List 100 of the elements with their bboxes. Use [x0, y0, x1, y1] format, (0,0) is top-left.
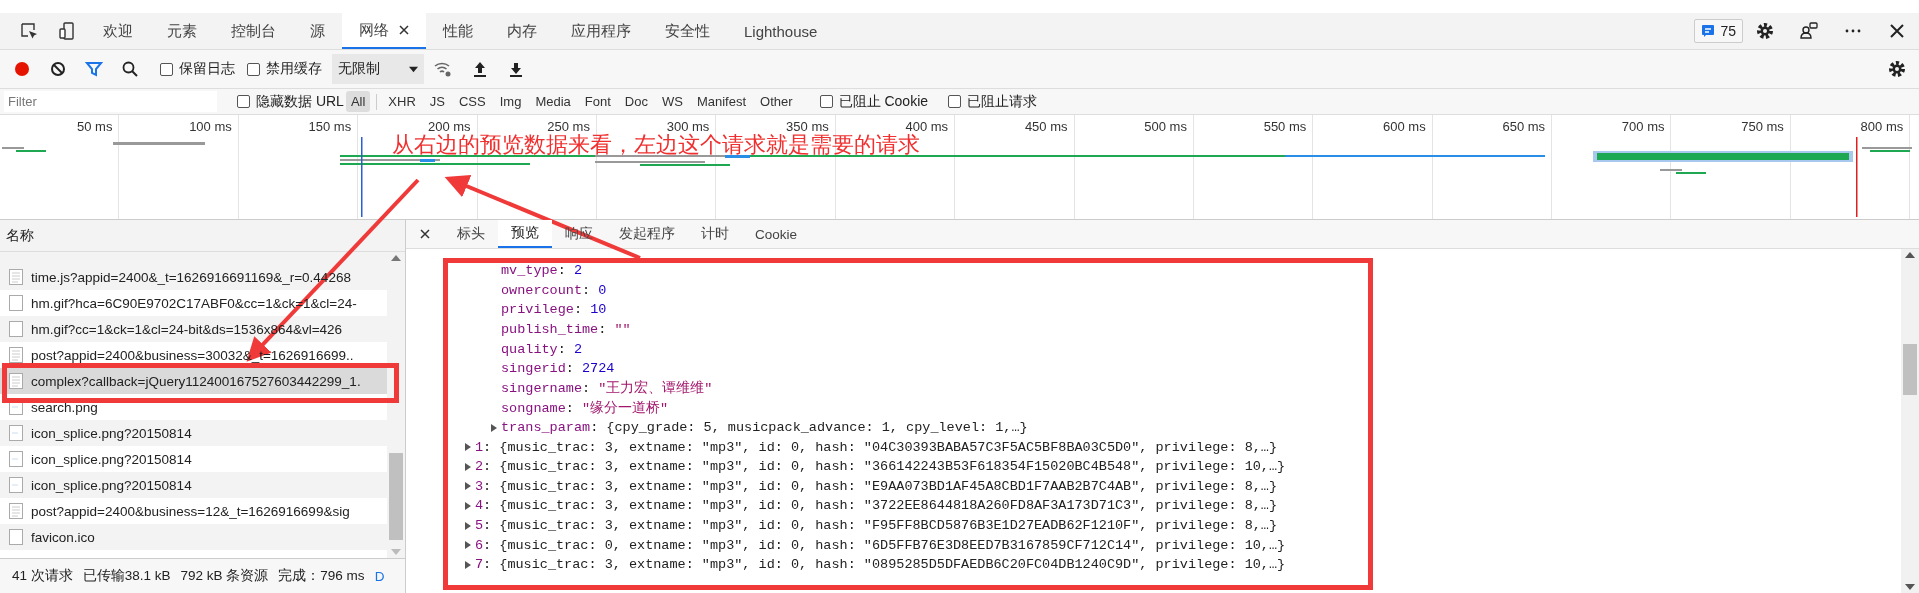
type-filter[interactable]: Other [755, 91, 798, 112]
devtools-tab[interactable]: 控制台 [214, 13, 293, 49]
type-filter[interactable]: CSS [454, 91, 491, 112]
type-filter[interactable]: XHR [383, 91, 421, 112]
time-tick-label: 700 ms [1621, 119, 1665, 134]
file-icon [9, 295, 23, 311]
request-row[interactable]: icon_splice.png?20150814 [0, 472, 387, 498]
filter-field[interactable]: Filter [4, 91, 217, 112]
time-tick-label: 200 ms [427, 119, 471, 134]
request-row[interactable]: icon_splice.png?20150814 [0, 420, 387, 446]
devtools-tab[interactable]: 源 [293, 13, 342, 49]
devtools-tab[interactable]: 欢迎 [86, 13, 150, 49]
scroll-up-icon[interactable] [391, 255, 401, 261]
status-text: 已传输38.1 kB [82, 567, 171, 585]
type-filter[interactable]: Media [530, 91, 576, 112]
time-tick-label: 650 ms [1502, 119, 1546, 134]
type-filter[interactable]: Img [494, 91, 527, 112]
document-icon [9, 269, 23, 285]
expand-arrow-icon[interactable] [464, 521, 472, 530]
expand-arrow-icon[interactable] [464, 462, 472, 471]
record-icon[interactable] [13, 60, 31, 78]
upload-icon[interactable] [471, 60, 489, 78]
expand-arrow-icon[interactable] [464, 482, 472, 491]
inspect-icon[interactable] [19, 21, 39, 41]
type-filter[interactable]: Manifest [691, 91, 752, 112]
property-line: 3: {music_trac: 3, extname: "mp3", id: 0, hash: "E9AA073BD1AF45A8CBD1F7AAB2B7C4AB", privilege: 8,…} [475, 478, 1278, 494]
status-text: 792 kB 条资源 [180, 567, 269, 585]
scrollbar-thumb[interactable] [1903, 344, 1917, 396]
devtools-tab[interactable]: 元素 [150, 13, 214, 49]
checkbox[interactable] [160, 62, 173, 76]
clear-icon[interactable] [49, 60, 67, 78]
type-filter[interactable]: Doc [619, 91, 653, 112]
expand-arrow-icon[interactable] [464, 501, 472, 510]
wifi-settings-icon[interactable] [433, 60, 453, 78]
detail-tab[interactable]: 发起程序 [606, 220, 688, 248]
status-link[interactable]: D [374, 568, 385, 584]
checkbox-label: 已阻止 Cookie [838, 92, 929, 111]
type-filter[interactable]: All [345, 91, 371, 112]
close-icon[interactable] [399, 25, 409, 35]
file-icon [9, 321, 23, 337]
time-tick-label: 250 ms [547, 119, 590, 134]
detail-tab[interactable]: 预览 [498, 220, 552, 248]
expand-arrow-icon[interactable] [464, 443, 472, 452]
expand-arrow-icon[interactable] [464, 560, 472, 569]
time-tick-label: 400 ms [905, 119, 949, 134]
search-icon[interactable] [121, 60, 139, 78]
detail-tab[interactable]: Cookie [742, 220, 811, 248]
checkbox[interactable] [237, 95, 250, 108]
devtools-tab[interactable]: 性能 [426, 13, 490, 49]
type-filter[interactable]: Font [579, 91, 616, 112]
devtools-tab[interactable]: 安全性 [648, 13, 727, 49]
document-icon [9, 373, 23, 389]
devtools-tab[interactable]: Lighthouse [727, 13, 835, 49]
annotation-text: 从右边的预览数据来看，左边这个请求就是需要的请求 [392, 131, 920, 159]
checkbox[interactable] [948, 95, 962, 108]
request-row[interactable]: search.png [0, 394, 387, 420]
property-line: 4: {music_trac: 3, extname: "mp3", id: 0, hash: "3722EE8644818A260FD8AF3A173D71C3", privilege: 8,…} [475, 498, 1278, 514]
expand-arrow-icon[interactable] [464, 541, 472, 550]
column-header[interactable]: 名称 [6, 226, 34, 245]
devtools-tab[interactable]: 网络 [342, 13, 426, 49]
devtools-tab[interactable]: 应用程序 [554, 13, 648, 49]
type-filter[interactable]: WS [656, 91, 688, 112]
filter-icon[interactable] [85, 60, 103, 78]
download-icon[interactable] [507, 60, 525, 78]
document-icon [9, 347, 23, 363]
settings-icon[interactable] [1887, 59, 1907, 79]
checkbox[interactable] [247, 62, 260, 76]
time-tick-label: 150 ms [308, 119, 352, 134]
type-filter[interactable]: JS [424, 91, 450, 112]
time-tick-label: 100 ms [189, 119, 232, 134]
request-row[interactable]: complex?callback=jQuery112400167527603442299_1. [0, 368, 387, 394]
status-text: 41 次请求 [12, 567, 73, 585]
devtools-tab[interactable]: 内存 [490, 13, 554, 49]
image-file-icon [9, 451, 23, 467]
request-row[interactable]: icon_splice.png?20150814 [0, 446, 387, 472]
issues-badge[interactable]: 75 [1694, 19, 1743, 43]
settings-icon[interactable] [1755, 21, 1775, 41]
property-line: 5: {music_trac: 3, extname: "mp3", id: 0, hash: "F95FF8BCD5876B3E1D27EADB62F1210F", privilege: 8,…} [475, 518, 1278, 533]
detail-tab[interactable]: 标头 [444, 220, 498, 248]
caret-icon [409, 64, 418, 74]
checkbox-label: 隐藏数据 URL [256, 92, 344, 111]
close-icon[interactable] [420, 229, 430, 239]
property-line: mv_type: 2 [501, 263, 583, 279]
throttling-dropdown[interactable]: 无限制 [332, 54, 424, 84]
checkbox[interactable] [819, 95, 833, 108]
file-icon [9, 529, 23, 545]
scroll-up-icon[interactable] [1905, 252, 1915, 258]
scroll-down-icon[interactable] [1905, 584, 1915, 590]
property-line: quality: 2 [501, 341, 583, 357]
feedback-icon[interactable] [1799, 21, 1819, 41]
detail-tab[interactable]: 计时 [688, 220, 742, 248]
request-row[interactable]: favicon.ico [0, 524, 387, 550]
request-row[interactable]: post?appid=2400&business=12&_t=1626916699&sig [0, 498, 387, 524]
scrollbar-thumb[interactable] [389, 452, 403, 541]
checkbox-label: 已阻止请求 [967, 92, 1038, 111]
time-tick-label: 300 ms [666, 119, 710, 134]
device-icon[interactable] [57, 21, 77, 41]
time-tick-label: 350 ms [786, 119, 829, 134]
checkbox-label: 保留日志 [179, 60, 235, 78]
expand-arrow-icon[interactable] [490, 423, 498, 432]
